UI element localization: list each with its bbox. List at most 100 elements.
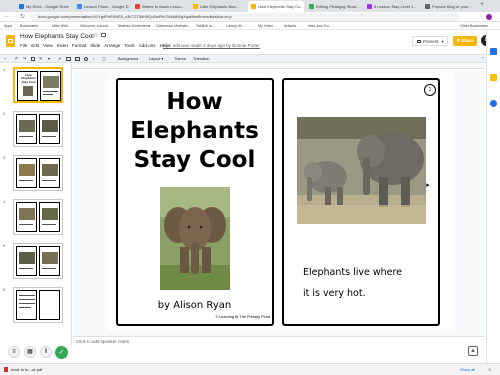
new-tab-icon[interactable]: + [480,1,484,8]
menu-edit[interactable]: Edit [31,43,39,48]
title-line-1: How [166,89,223,115]
address-bar-row: ← → ↻ docs.google.com/presentation/d/1Yg… [0,12,500,22]
bookmark-item[interactable]: My Video [258,22,273,30]
bookmark-item[interactable]: Welcome, educat... [80,22,111,30]
author-line[interactable]: by Alison Ryan [118,300,271,311]
tab-label: Where to teach Lesso... [142,4,185,9]
background-button[interactable]: Background [118,55,138,63]
slide-canvas: How Elephants Stay Cool by Alison Ryan ©… [73,70,485,336]
present-button[interactable]: Present ▾ [412,36,448,46]
story-text[interactable]: Elephants live where it is very hot. [303,262,402,304]
add-slide-icon[interactable]: + [4,55,6,63]
slide-thumbnail-3[interactable] [13,155,63,191]
comment-icon[interactable]: ▢ [102,55,106,63]
tab-favicon-icon [193,4,198,9]
browser-tab[interactable]: Editing Pedagog Stuck ... [306,1,362,12]
select-icon[interactable]: ➚ [58,55,61,63]
redo-icon[interactable]: ↷ [23,55,26,63]
menu-format[interactable]: Format [72,43,86,48]
bookmark-item[interactable]: Artisela [284,22,296,30]
shape-icon[interactable] [84,57,88,61]
slide[interactable]: How Elephants Stay Cool by Alison Ryan ©… [108,73,453,330]
filmstrip-view-icon[interactable]: ▦ [24,346,36,358]
url-field[interactable]: docs.google.com/presentation/d/1Yg4PhS9N… [30,13,460,21]
tab-favicon-icon [135,4,140,9]
menu-addons[interactable]: Add-ons [139,43,156,48]
browser-tab[interactable]: Where to teach Lesso... [132,1,188,12]
story-page[interactable]: 1 Elephants live where it is very hot. [282,78,440,326]
grid-view-icon[interactable]: ≡ [8,346,20,358]
bookmark-item[interactable]: Mike Wild... [52,22,71,30]
forward-icon[interactable]: → [12,13,18,19]
tasks-icon[interactable] [490,100,497,107]
browser-tab[interactable]: Little Elephants Bea... [190,1,246,12]
bookmark-item[interactable]: TabBell ro... [196,22,215,30]
menu-file[interactable]: File [20,43,27,48]
slide-thumbnail-6[interactable] [13,287,63,323]
browser-tab[interactable]: How Elephants Stay Co... [248,1,304,12]
bookmark-item[interactable]: Classroom Medialin... [156,22,191,30]
line-icon[interactable]: \ [93,55,94,63]
slide-thumbnail-1[interactable]: How Elephants Stay Cool [13,67,63,103]
keep-icon[interactable] [490,74,497,81]
menu-arrange[interactable]: Arrange [104,43,120,48]
bookmark-item[interactable]: Library lib... [226,22,245,30]
tab-favicon-icon [367,4,372,9]
transition-button[interactable]: Transition [193,55,210,63]
bookmark-item[interactable]: Mathies Worksheets [118,22,151,30]
slide-number: 5 [3,243,6,248]
show-all-link[interactable]: Show all [460,364,475,375]
bookmark-item[interactable]: Bookmarks [20,22,38,30]
browser-tab-bar: My Drive - Google Drive Lesson Plans - Go… [0,0,500,12]
cover-page[interactable]: How Elephants Stay Cool by Alison Ryan ©… [116,78,274,326]
star-icon[interactable]: ☆ [93,32,98,39]
browser-tab[interactable]: My Drive - Google Drive [16,1,72,12]
last-edit-link[interactable]: Last edit was made 3 days ago by Bonnie … [163,43,260,48]
browser-tab[interactable]: Lesson Plans - Google D... [74,1,130,12]
tab-label: Little Elephants Bea... [200,4,239,9]
speaker-notes[interactable]: Click to add speaker notes [73,336,485,347]
menu-insert[interactable]: Insert [57,43,68,48]
close-icon[interactable]: ✕ [488,364,491,375]
zoom-select[interactable]: ▾ [48,55,50,63]
reload-icon[interactable]: ↻ [20,13,25,20]
lock-icon: ⚑ [456,38,461,43]
print-icon[interactable] [31,57,35,61]
slide-thumbnail-4[interactable] [13,199,63,235]
document-title[interactable]: How Elephants Stay Cool [20,33,94,40]
download-item[interactable]: book in fo...ck.pdf [11,364,42,375]
back-icon[interactable]: ← [4,13,10,19]
paint-format-icon[interactable]: ✎ [39,55,42,63]
image-icon[interactable] [75,57,80,61]
share-button[interactable]: ⚑Share [453,36,477,46]
calendar-icon[interactable] [490,48,497,55]
page-number-badge: 1 [424,84,436,96]
other-bookmarks[interactable]: Other Bookmarks [460,22,488,30]
menu-tools[interactable]: Tools [124,43,135,48]
explore-button[interactable]: ▲ [468,346,478,356]
bookmark-item[interactable]: Inter-Ann Gu... [308,22,332,30]
collapse-toolbar-icon[interactable]: ⌃ [481,55,484,63]
elephant-family-photo[interactable] [297,117,426,224]
layout-label: Layout [149,57,161,61]
book-title[interactable]: How Elephants Stay Cool [118,88,271,175]
move-folder-icon[interactable] [101,33,106,37]
undo-icon[interactable]: ↶ [15,55,18,63]
slide-thumbnail-5[interactable] [13,243,63,279]
pause-icon[interactable]: ‖ [40,346,52,358]
layout-button[interactable]: Layout ▾ [149,55,163,63]
menu-view[interactable]: View [43,43,53,48]
bookmark-item[interactable]: Apps [4,22,12,30]
browser-tab[interactable]: Popular Blog of your ... [422,1,478,12]
zoom-fit-icon[interactable]: ✓ [55,346,68,359]
thumb-photo [42,164,58,176]
ruler [40,63,485,69]
thumb-photo [43,76,59,88]
textbox-icon[interactable] [66,57,71,61]
elephant-front-photo[interactable] [160,187,230,290]
profile-icon[interactable] [486,14,492,20]
theme-button[interactable]: Theme [174,55,186,63]
slide-thumbnail-2[interactable] [13,111,63,147]
menu-slide[interactable]: Slide [90,43,100,48]
browser-tab[interactable]: 5 Lesson Stay Level 1... [364,1,420,12]
